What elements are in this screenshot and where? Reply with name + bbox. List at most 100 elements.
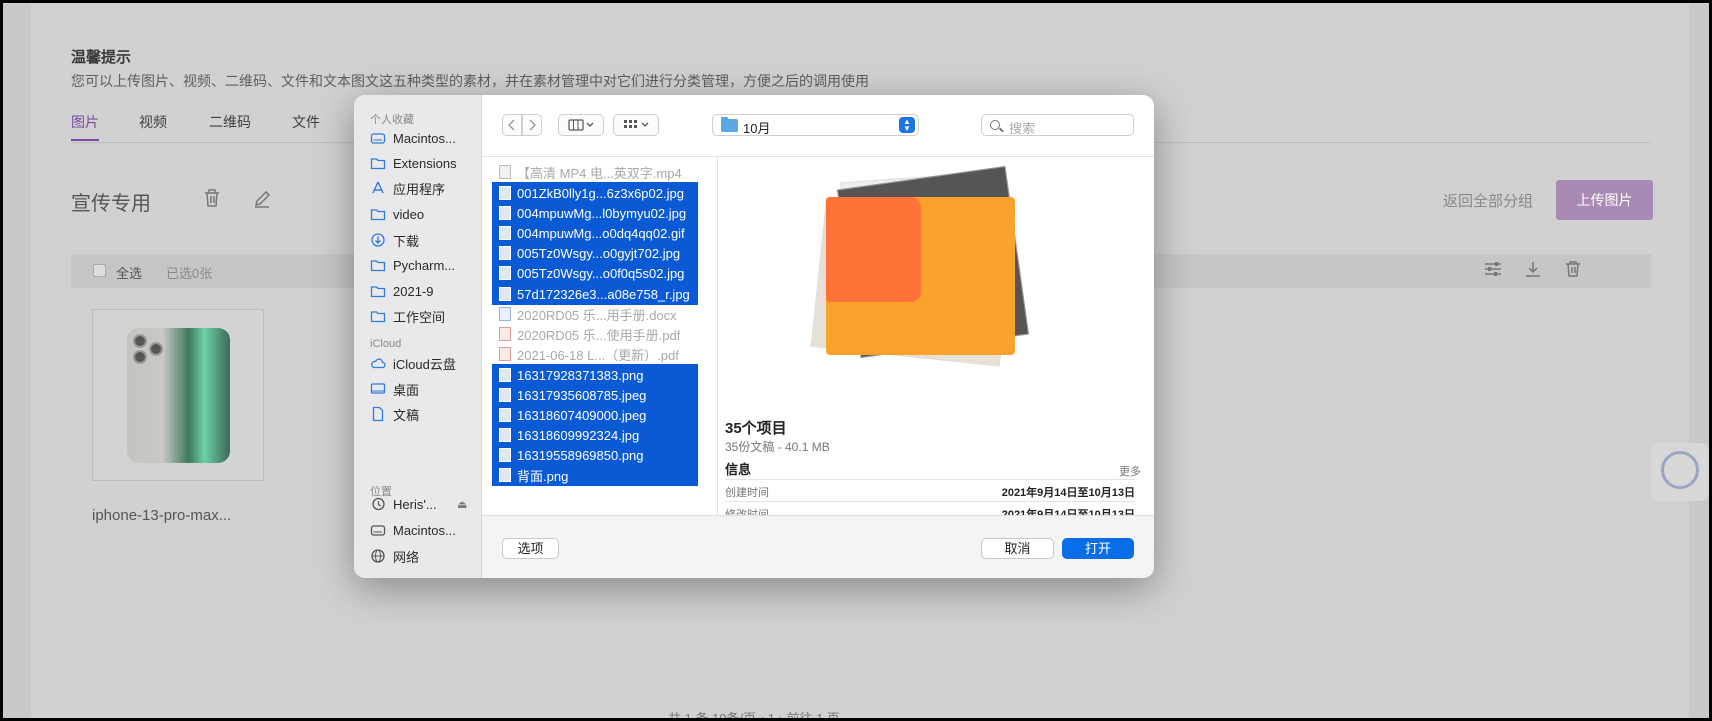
sidebar-item-applications[interactable]: 应用程序 bbox=[370, 177, 480, 199]
view-columns-button[interactable] bbox=[558, 114, 604, 136]
open-button[interactable]: 打开 bbox=[1062, 538, 1134, 559]
desktop-icon bbox=[370, 381, 386, 397]
dialog-toolbar: 10月 ▲ ▼ 搜索 bbox=[482, 95, 1154, 157]
file-list: 【高清 MP4 电...英双字.mp4 001ZkB0lly1g...6z3x6… bbox=[482, 157, 718, 515]
view-grid-button[interactable] bbox=[613, 114, 659, 136]
sidebar-item-downloads[interactable]: 下载 bbox=[370, 229, 480, 251]
sidebar-item-label: Heris'... bbox=[393, 496, 437, 512]
file-row[interactable]: 2020RD05 乐...用手册.docx bbox=[492, 303, 698, 325]
cancel-button[interactable]: 取消 bbox=[981, 538, 1054, 559]
tab-files[interactable]: 文件 bbox=[292, 112, 320, 132]
image-file-icon bbox=[499, 287, 511, 301]
file-row[interactable]: 005Tz0Wsgy...o0f0q5s02.jpg bbox=[492, 262, 698, 284]
sidebar-item-extensions[interactable]: Extensions bbox=[370, 152, 480, 174]
file-row[interactable]: 16318607409000.jpeg bbox=[492, 404, 698, 426]
sidebar-item-label: 下载 bbox=[393, 233, 420, 249]
pdf-file-icon bbox=[499, 347, 511, 361]
pagination[interactable]: 共 1 条 10条/页 ‹ 1 › 前往 1 页 bbox=[668, 708, 840, 718]
file-name: 2020RD05 乐...用手册.docx bbox=[517, 307, 677, 323]
file-row[interactable]: 004mpuwMg...l0bymyu02.jpg bbox=[492, 202, 698, 224]
sidebar-item-workspace[interactable]: 工作空间 bbox=[370, 305, 480, 327]
sidebar-item-network[interactable]: 网络 bbox=[370, 545, 480, 567]
apps-icon bbox=[370, 180, 386, 196]
file-row[interactable]: 005Tz0Wsgy...o0gyjt702.jpg bbox=[492, 242, 698, 264]
select-all-checkbox[interactable] bbox=[93, 264, 106, 277]
file-name: 2020RD05 乐...使用手册.pdf bbox=[517, 327, 681, 343]
sidebar-item-documents[interactable]: 文稿 bbox=[370, 403, 480, 425]
item-count-subtitle: 35份文稿 - 40.1 MB bbox=[725, 440, 830, 454]
file-row[interactable]: 2021-06-18 L...（更新）.pdf bbox=[492, 343, 698, 365]
file-name: 16317928371383.png bbox=[517, 367, 644, 383]
file-row[interactable]: 背面.png bbox=[492, 464, 698, 486]
search-placeholder: 搜索 bbox=[1009, 121, 1036, 136]
forward-button[interactable] bbox=[522, 114, 542, 136]
upload-image-button[interactable]: 上传图片 bbox=[1556, 180, 1653, 220]
file-row[interactable]: 57d172326e3...a08e758_r.jpg bbox=[492, 283, 698, 305]
sidebar-item-label: 2021-9 bbox=[393, 283, 434, 299]
file-name: 57d172326e3...a08e758_r.jpg bbox=[517, 286, 690, 302]
delete-selected-icon[interactable] bbox=[1562, 260, 1584, 282]
back-to-all-groups-link[interactable]: 返回全部分组 bbox=[1443, 190, 1533, 211]
icloud-heading: iCloud bbox=[370, 338, 402, 350]
info-row-created: 创建时间 2021年9月14日至10月13日 bbox=[725, 479, 1135, 501]
support-assistant-button[interactable] bbox=[1651, 443, 1709, 501]
eject-icon[interactable]: ⏏ bbox=[457, 498, 467, 511]
search-field[interactable]: 搜索 bbox=[981, 114, 1134, 136]
image-file-icon bbox=[499, 226, 511, 240]
file-name: 【高清 MP4 电...英双字.mp4 bbox=[517, 165, 682, 181]
sidebar-item-pycharm[interactable]: Pycharm... bbox=[370, 254, 480, 276]
image-file-icon bbox=[499, 448, 511, 462]
filter-icon[interactable] bbox=[1482, 260, 1504, 282]
tab-qrcodes[interactable]: 二维码 bbox=[209, 112, 251, 132]
updown-chevron-icon: ▲ ▼ bbox=[899, 117, 915, 133]
file-row[interactable]: 2020RD05 乐...使用手册.pdf bbox=[492, 323, 698, 345]
chevron-left-icon bbox=[508, 119, 515, 131]
file-name: 背面.png bbox=[517, 468, 569, 484]
file-name: 16319558969850.png bbox=[517, 447, 644, 463]
document-icon bbox=[370, 406, 386, 422]
file-row[interactable]: 16318609992324.jpg bbox=[492, 424, 698, 446]
info-key: 创建时间 bbox=[725, 487, 769, 499]
sidebar-item-label: Macintos... bbox=[393, 130, 456, 146]
video-file-icon bbox=[499, 165, 511, 179]
sidebar-item-macintosh-hd-location[interactable]: Macintos... bbox=[370, 519, 480, 541]
edit-icon[interactable] bbox=[251, 188, 273, 210]
folder-path-popup[interactable]: 10月 ▲ ▼ bbox=[712, 114, 919, 136]
tab-videos[interactable]: 视频 bbox=[139, 112, 167, 132]
trash-icon[interactable] bbox=[201, 188, 223, 210]
headset-icon bbox=[1661, 451, 1699, 489]
options-button[interactable]: 选项 bbox=[502, 538, 559, 559]
file-row[interactable]: 16317928371383.png bbox=[492, 364, 698, 386]
dialog-sidebar: 个人收藏 Macintos... Extensions 应用程序 video 下… bbox=[354, 95, 482, 578]
tab-images[interactable]: 图片 bbox=[71, 112, 99, 132]
file-row[interactable]: 16317935608785.jpeg bbox=[492, 384, 698, 406]
sidebar-item-label: 应用程序 bbox=[393, 181, 446, 197]
word-file-icon bbox=[499, 307, 511, 321]
download-icon[interactable] bbox=[1522, 260, 1544, 282]
sidebar-item-macintosh-hd[interactable]: Macintos... bbox=[370, 127, 480, 149]
image-file-icon bbox=[499, 388, 511, 402]
tip-title: 温馨提示 bbox=[71, 49, 132, 66]
file-row[interactable]: 【高清 MP4 电...英双字.mp4 bbox=[492, 161, 698, 183]
folder-icon bbox=[370, 206, 386, 222]
sidebar-item-video[interactable]: video bbox=[370, 203, 480, 225]
select-all-label: 全选 bbox=[116, 266, 143, 281]
file-row[interactable]: 001ZkB0lly1g...6z3x6p02.jpg bbox=[492, 182, 698, 204]
file-name: 16318607409000.jpeg bbox=[517, 407, 647, 423]
more-info-link[interactable]: 更多 bbox=[1119, 463, 1141, 479]
drive-icon bbox=[370, 522, 386, 538]
thumbnail-filename: iphone-13-pro-max... bbox=[92, 507, 232, 524]
file-row[interactable]: 004mpuwMg...o0dq4qq02.gif bbox=[492, 222, 698, 244]
info-heading: 信息 bbox=[725, 462, 752, 477]
active-tab-indicator bbox=[71, 139, 99, 141]
sidebar-item-desktop[interactable]: 桌面 bbox=[370, 378, 480, 400]
image-file-icon bbox=[499, 266, 511, 280]
file-row[interactable]: 16319558969850.png bbox=[492, 444, 698, 466]
sidebar-item-icloud-drive[interactable]: iCloud云盘 bbox=[370, 352, 480, 374]
back-button[interactable] bbox=[502, 114, 522, 136]
file-name: 004mpuwMg...l0bymyu02.jpg bbox=[517, 205, 687, 221]
folder-icon bbox=[370, 283, 386, 299]
sidebar-item-2021-9[interactable]: 2021-9 bbox=[370, 280, 480, 302]
file-name: 005Tz0Wsgy...o0gyjt702.jpg bbox=[517, 245, 681, 261]
grid-view-icon bbox=[624, 120, 649, 128]
